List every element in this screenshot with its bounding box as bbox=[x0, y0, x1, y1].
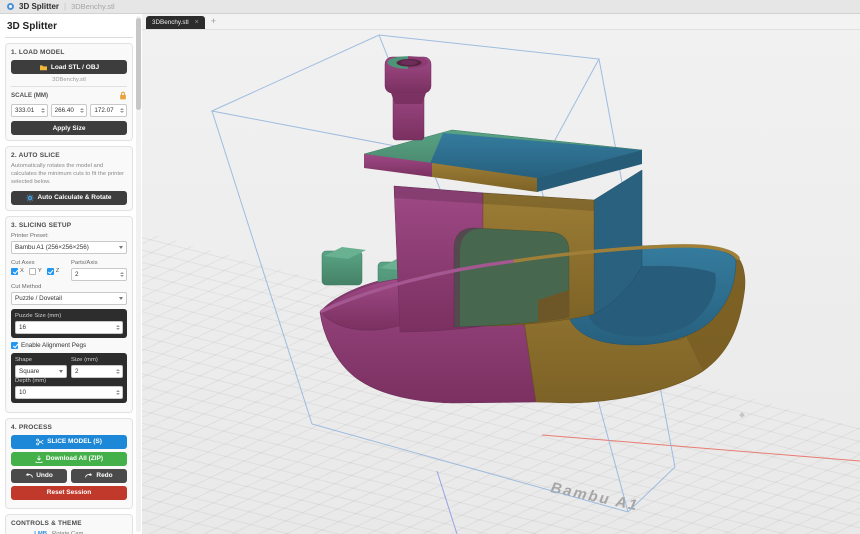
benchy-model[interactable] bbox=[320, 56, 745, 403]
stepper-icon[interactable] bbox=[116, 369, 120, 374]
printer-bed-label: Bambu A1 bbox=[549, 479, 640, 514]
peg-size-label: Size (mm) bbox=[71, 357, 123, 363]
peg-depth-input[interactable]: 10 bbox=[15, 386, 123, 399]
cut-axes-label: Cut Axes bbox=[11, 260, 67, 266]
load-model-section: 1. LOAD MODEL Load STL / OBJ 3DBenchy.st… bbox=[5, 43, 133, 141]
puzzle-size-label: Puzzle Size (mm) bbox=[15, 313, 123, 319]
auto-slice-section: 2. AUTO SLICE Automatically rotates the … bbox=[5, 146, 133, 211]
sidebar: 3D Splitter 1. LOAD MODEL Load STL / OBJ… bbox=[0, 14, 142, 534]
loaded-file-caption: 3DBenchy.stl bbox=[11, 77, 127, 83]
chevron-down-icon bbox=[119, 297, 123, 300]
auto-calculate-button[interactable]: Auto Calculate & Rotate bbox=[11, 191, 127, 205]
controls-theme-section: CONTROLS & THEME LMBRotate Cam RMBPan Sc… bbox=[5, 514, 133, 534]
chevron-down-icon bbox=[119, 246, 123, 249]
enable-pegs-checkbox[interactable] bbox=[11, 342, 18, 349]
controls-heading: CONTROLS & THEME bbox=[11, 520, 127, 527]
printer-preset-select[interactable]: Bambu A1 (256×256×256) bbox=[11, 241, 127, 254]
puzzle-size-input[interactable]: 16 bbox=[15, 321, 123, 334]
x-axis-line bbox=[542, 435, 860, 461]
peg-shape-label: Shape bbox=[15, 357, 67, 363]
puzzle-options-panel: Puzzle Size (mm) 16 bbox=[11, 309, 127, 338]
undo-arrow-icon bbox=[25, 472, 33, 479]
cut-method-label: Cut Method bbox=[11, 284, 127, 290]
scale-y-input[interactable]: 266.40 bbox=[51, 104, 88, 117]
slice-model-button[interactable]: SLICE MODEL (S) bbox=[11, 435, 127, 449]
gear-icon bbox=[26, 194, 34, 202]
app-title: 3D Splitter bbox=[19, 2, 59, 11]
app-logo-icon bbox=[7, 3, 14, 10]
redo-button[interactable]: Redo bbox=[71, 469, 127, 483]
undo-button[interactable]: Undo bbox=[11, 469, 67, 483]
stepper-icon[interactable] bbox=[120, 108, 124, 113]
load-stl-button[interactable]: Load STL / OBJ bbox=[11, 60, 127, 74]
origin-marker bbox=[739, 412, 745, 418]
process-heading: 4. PROCESS bbox=[11, 424, 127, 431]
3d-scene-canvas[interactable]: Bambu A1 bbox=[142, 30, 860, 534]
slicing-setup-section: 3. SLICING SETUP Printer Preset: Bambu A… bbox=[5, 216, 133, 413]
lock-icon[interactable] bbox=[119, 91, 127, 100]
axis-lines bbox=[437, 412, 860, 534]
add-tab-button[interactable]: + bbox=[211, 17, 216, 29]
title-separator: | bbox=[64, 2, 66, 11]
viewport-tab-bar: 3DBenchy.stl × + bbox=[142, 14, 860, 30]
auto-slice-description: Automatically rotates the model and calc… bbox=[11, 163, 127, 187]
open-file-name: 3DBenchy.stl bbox=[71, 2, 115, 11]
viewport: 3DBenchy.stl × + bbox=[142, 14, 860, 534]
slicing-setup-heading: 3. SLICING SETUP bbox=[11, 222, 127, 229]
cut-method-select[interactable]: Puzzle / Dovetail bbox=[11, 292, 127, 305]
peg-shape-select[interactable]: Square bbox=[15, 365, 67, 378]
enable-pegs-label: Enable Alignment Pegs bbox=[21, 342, 86, 349]
load-model-heading: 1. LOAD MODEL bbox=[11, 49, 127, 56]
download-icon bbox=[35, 455, 43, 463]
sidebar-scrollbar-thumb[interactable] bbox=[136, 18, 141, 110]
process-section: 4. PROCESS SLICE MODEL (S) Download All … bbox=[5, 418, 133, 509]
stepper-icon[interactable] bbox=[80, 108, 84, 113]
sidebar-title: 3D Splitter bbox=[5, 17, 133, 38]
download-all-button[interactable]: Download All (ZIP) bbox=[11, 452, 127, 466]
chevron-down-icon bbox=[59, 370, 63, 373]
parts-axis-input[interactable]: 2 bbox=[71, 268, 127, 281]
scene-render: Bambu A1 bbox=[142, 30, 860, 534]
peg-size-input[interactable]: 2 bbox=[71, 365, 123, 378]
cut-axis-z-checkbox[interactable] bbox=[47, 268, 54, 275]
scale-z-input[interactable]: 172.07 bbox=[90, 104, 127, 117]
auto-slice-heading: 2. AUTO SLICE bbox=[11, 152, 127, 159]
scale-x-input[interactable]: 333.01 bbox=[11, 104, 48, 117]
redo-arrow-icon bbox=[85, 472, 93, 479]
divider bbox=[11, 86, 127, 87]
tab-3dbenchy[interactable]: 3DBenchy.stl × bbox=[146, 16, 205, 29]
stepper-icon[interactable] bbox=[41, 108, 45, 113]
pegs-options-panel: Shape Square Size (mm) 2 Dep bbox=[11, 353, 127, 403]
close-tab-icon[interactable]: × bbox=[195, 19, 199, 26]
scissors-icon bbox=[36, 438, 44, 446]
stepper-icon[interactable] bbox=[120, 272, 124, 277]
stepper-icon[interactable] bbox=[116, 390, 120, 395]
cut-axis-x-checkbox[interactable] bbox=[11, 268, 18, 275]
reset-session-button[interactable]: Reset Session bbox=[11, 486, 127, 500]
apply-size-button[interactable]: Apply Size bbox=[11, 121, 127, 135]
parts-axis-label: Parts/Axis bbox=[71, 260, 127, 266]
folder-icon bbox=[39, 64, 48, 71]
y-axis-line bbox=[437, 471, 457, 534]
scale-label: SCALE (MM) bbox=[11, 92, 48, 99]
printer-preset-label: Printer Preset: bbox=[11, 233, 127, 239]
peg-depth-label: Depth (mm) bbox=[15, 378, 123, 384]
app-top-bar: 3D Splitter | 3DBenchy.stl bbox=[0, 0, 860, 14]
cut-axis-y-checkbox[interactable] bbox=[29, 268, 36, 275]
stepper-icon[interactable] bbox=[116, 325, 120, 330]
